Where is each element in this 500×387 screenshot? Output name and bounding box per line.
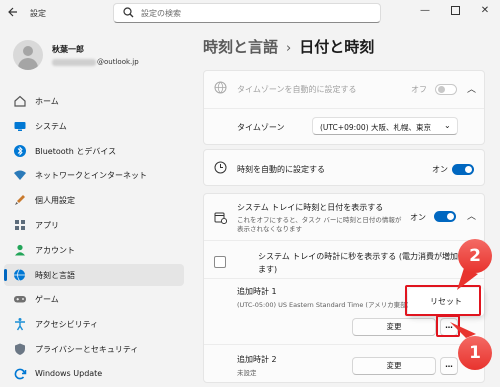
toggle-knob — [465, 166, 472, 173]
callout-2: 2 — [458, 239, 492, 273]
sidebar-item-label: アクセシビリティ — [35, 320, 99, 330]
search-icon — [123, 7, 134, 18]
timezone-label: タイムゾーン — [237, 123, 285, 132]
avatar-body — [18, 58, 38, 70]
tray-state: オン — [410, 213, 426, 222]
sidebar-item-label: アカウント — [35, 245, 75, 255]
clock2-change-button[interactable]: 変更 — [352, 357, 436, 375]
gamepad-icon — [13, 292, 27, 306]
avatar-head — [23, 46, 33, 56]
auto-time-toggle[interactable] — [452, 164, 474, 175]
sidebar-item-label: アプリ — [35, 221, 59, 230]
sidebar-item-label: ゲーム — [35, 295, 59, 305]
apps-icon — [13, 218, 27, 232]
sidebar-item-8[interactable]: 時刻と言語 — [4, 263, 184, 286]
arrow-left-icon[interactable] — [6, 6, 22, 20]
clock2-label: 追加時計 2 — [237, 355, 277, 364]
person-icon — [13, 243, 27, 257]
sidebar-item-label: Windows Update — [35, 368, 103, 378]
divider — [204, 278, 484, 279]
sidebar-item-label: プライバシーとセキュリティ — [35, 345, 139, 354]
sidebar-item-10[interactable]: アクセシビリティ — [4, 313, 184, 335]
timezone-dropdown[interactable]: (UTC+09:00) 大阪、札幌、東京 ⌄ — [312, 117, 458, 135]
calendar-clock-icon — [214, 211, 228, 226]
user-name: 秋葉一郎 — [52, 45, 84, 54]
sidebar-item-label: システム — [35, 121, 67, 131]
auto-time-label: 時刻を自動的に設定する — [237, 165, 325, 174]
seconds-checkbox[interactable] — [214, 256, 226, 268]
sidebar-item-12[interactable]: Windows Update — [4, 363, 184, 385]
reset-menu-item[interactable]: リセット — [430, 296, 462, 307]
sidebar-item-label: ネットワークとインターネット — [35, 171, 147, 181]
clock1-timezone: (UTC-05:00) US Eastern Standard Time (アメ… — [237, 301, 410, 309]
tray-desc-line2: 表示されなくなります — [237, 225, 302, 233]
chevron-up-icon[interactable]: ︿ — [467, 82, 476, 95]
app-title: 設定 — [30, 9, 46, 18]
globe-clock-icon — [13, 268, 27, 282]
user-email: @outlook.jp — [52, 58, 139, 66]
maximize-icon[interactable] — [444, 3, 466, 19]
shield-icon — [13, 342, 27, 356]
timezone-card: タイムゾーンを自動的に設定する オフ ︿ タイムゾーン (UTC+09:00) … — [203, 70, 485, 145]
sidebar-item-4[interactable]: ネットワークとインターネット — [4, 164, 184, 186]
active-indicator — [4, 268, 7, 281]
bluetooth-icon — [13, 144, 27, 158]
chevron-up-icon[interactable]: ︿ — [467, 209, 476, 222]
email-redacted — [52, 58, 96, 66]
search-input[interactable]: 設定の検索 — [141, 8, 181, 19]
toggle-knob — [447, 213, 454, 220]
tray-toggle[interactable] — [434, 211, 456, 222]
chevron-down-icon: ⌄ — [444, 121, 451, 130]
sidebar-item-2[interactable]: システム — [4, 115, 184, 137]
sidebar-item-9[interactable]: ゲーム — [4, 288, 184, 310]
accessibility-icon — [13, 317, 27, 331]
auto-timezone-label: タイムゾーンを自動的に設定する — [237, 85, 357, 94]
close-icon[interactable]: ✕ — [474, 3, 496, 19]
auto-timezone-state: オフ — [411, 85, 427, 94]
sidebar-item-5[interactable]: 個人用設定 — [4, 189, 184, 211]
sidebar-item-11[interactable]: プライバシーとセキュリティ — [4, 338, 184, 360]
sidebar-item-7[interactable]: アカウント — [4, 239, 184, 261]
sidebar-item-label: ホーム — [35, 97, 59, 106]
breadcrumb-current: 日付と時刻 — [299, 38, 375, 56]
wifi-icon — [13, 168, 27, 182]
breadcrumb-separator: › — [286, 41, 292, 56]
page-title: 時刻と言語 › 日付と時刻 — [203, 36, 374, 57]
globe-clock-icon — [214, 81, 227, 96]
clock1-change-button[interactable]: 変更 — [352, 318, 436, 336]
email-suffix: @outlook.jp — [97, 58, 139, 66]
auto-time-state: オン — [432, 165, 448, 174]
divider — [204, 240, 484, 241]
search-box[interactable]: 設定の検索 — [113, 3, 381, 23]
clock-icon — [214, 161, 227, 176]
breadcrumb-parent[interactable]: 時刻と言語 — [203, 38, 278, 56]
home-icon — [13, 94, 27, 108]
auto-time-card: 時刻を自動的に設定する オン — [203, 149, 485, 186]
update-icon — [13, 367, 27, 381]
divider — [204, 344, 484, 345]
avatar[interactable] — [13, 40, 43, 70]
sidebar-item-1[interactable]: ホーム — [4, 90, 184, 112]
sidebar-item-3[interactable]: Bluetooth とデバイス — [4, 140, 184, 162]
sidebar-item-label: Bluetooth とデバイス — [35, 146, 117, 156]
sidebar-item-label: 個人用設定 — [35, 196, 75, 206]
clock1-label: 追加時計 1 — [237, 287, 277, 296]
clock2-status: 未設定 — [237, 369, 257, 377]
timezone-value: (UTC+09:00) 大阪、札幌、東京 — [320, 123, 432, 132]
seconds-label-line1: システム トレイの時計に秒を表示する (電力消費が増加し — [258, 252, 466, 261]
auto-timezone-toggle[interactable] — [435, 84, 457, 95]
seconds-label-line2: ます) — [258, 265, 278, 274]
sidebar-item-6[interactable]: アプリ — [4, 214, 184, 236]
minimize-icon[interactable]: — — [414, 3, 436, 19]
sidebar-item-label: 時刻と言語 — [35, 270, 75, 280]
brush-icon — [13, 193, 27, 207]
toggle-knob — [438, 86, 445, 93]
callout-1: 1 — [458, 336, 492, 370]
divider — [204, 108, 484, 109]
tray-label: システム トレイに時刻と日付を表示する — [237, 203, 384, 212]
monitor-icon — [13, 119, 27, 133]
